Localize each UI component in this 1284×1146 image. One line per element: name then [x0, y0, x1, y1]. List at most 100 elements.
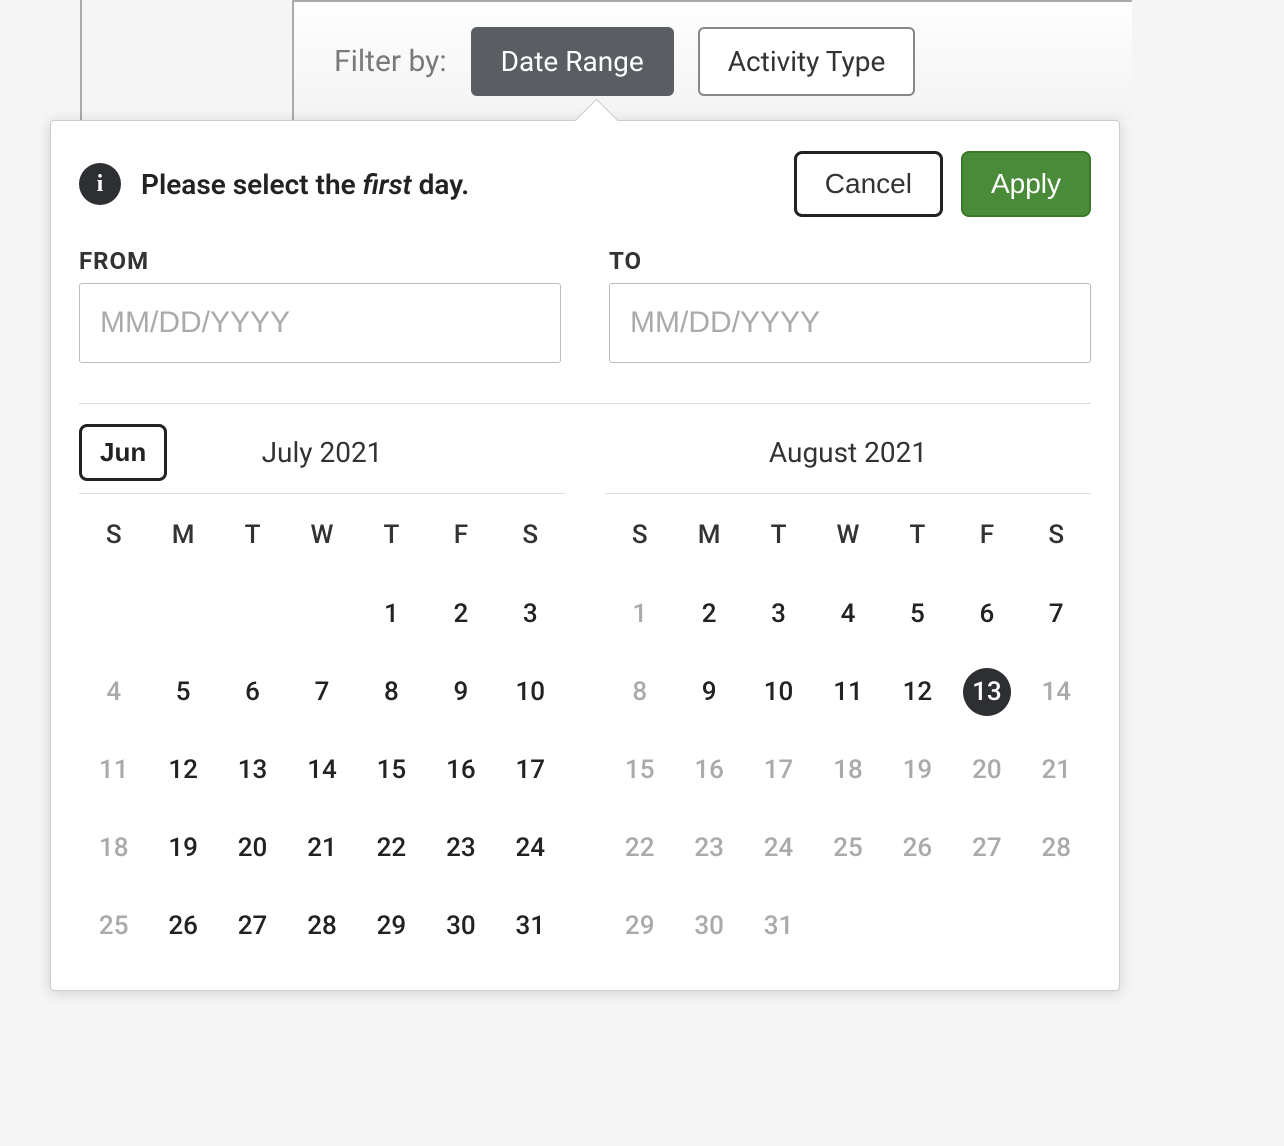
calendar-empty-cell [79, 590, 148, 638]
calendar-day[interactable]: 13 [218, 746, 287, 794]
calendar-left-grid: SMTWTFS123456789101112131415161718192021… [79, 520, 565, 950]
calendar-day[interactable]: 20 [218, 824, 287, 872]
day-of-week-header: S [605, 520, 674, 560]
filter-activity-type[interactable]: Activity Type [698, 27, 916, 96]
calendar-day[interactable]: 3 [496, 590, 565, 638]
date-range-popover: i Please select the first day. Cancel Ap… [50, 120, 1120, 991]
filter-date-range[interactable]: Date Range [471, 27, 674, 96]
day-of-week-header: S [1022, 520, 1091, 560]
day-of-week-header: T [357, 520, 426, 560]
calendar-day[interactable]: 11 [813, 668, 882, 716]
calendar-empty-cell [218, 590, 287, 638]
help-suffix: day. [412, 168, 470, 201]
calendar-right-grid: SMTWTFS123456789101112131415161718192021… [605, 520, 1091, 950]
help-text: Please select the first day. [141, 168, 469, 201]
calendar-day[interactable]: 19 [148, 824, 217, 872]
calendar-day[interactable]: 2 [426, 590, 495, 638]
filter-inner: Filter by: Date Range Activity Type [292, 0, 1132, 120]
calendar-day: 29 [605, 902, 674, 950]
calendar-day: 28 [1022, 824, 1091, 872]
day-of-week-header: F [426, 520, 495, 560]
from-field: FROM [79, 247, 561, 363]
calendar-day: 18 [813, 746, 882, 794]
cancel-button[interactable]: Cancel [794, 151, 943, 217]
calendar-day[interactable]: 5 [883, 590, 952, 638]
calendar-day: 17 [744, 746, 813, 794]
calendar-day: 15 [605, 746, 674, 794]
calendar-day: 23 [674, 824, 743, 872]
calendar-day: 8 [605, 668, 674, 716]
help-prefix: Please select the [141, 168, 363, 201]
calendar-day[interactable]: 31 [496, 902, 565, 950]
calendar-day[interactable]: 14 [287, 746, 356, 794]
calendar-day[interactable]: 24 [496, 824, 565, 872]
calendar-day[interactable]: 26 [148, 902, 217, 950]
help-em: first [363, 168, 412, 201]
popover-header: i Please select the first day. Cancel Ap… [79, 151, 1091, 217]
calendar-right: August 2021 SMTWTFS123456789101112131415… [605, 424, 1091, 950]
calendar-day[interactable]: 16 [426, 746, 495, 794]
date-fields: FROM TO [79, 247, 1091, 363]
filter-by-label: Filter by: [334, 44, 447, 79]
calendar-day[interactable]: 3 [744, 590, 813, 638]
calendar-day: 20 [952, 746, 1021, 794]
calendar-day: 24 [744, 824, 813, 872]
calendar-day[interactable]: 12 [883, 668, 952, 716]
calendar-day[interactable]: 13 [963, 668, 1011, 716]
calendar-day[interactable]: 8 [357, 668, 426, 716]
calendar-day: 22 [605, 824, 674, 872]
calendar-day: 4 [79, 668, 148, 716]
calendar-day: 11 [79, 746, 148, 794]
calendar-day[interactable]: 2 [674, 590, 743, 638]
day-of-week-header: M [148, 520, 217, 560]
calendar-day[interactable]: 21 [287, 824, 356, 872]
calendar-day: 18 [79, 824, 148, 872]
to-input[interactable] [609, 283, 1091, 363]
calendar-day: 16 [674, 746, 743, 794]
calendar-day: 19 [883, 746, 952, 794]
calendar-day[interactable]: 10 [496, 668, 565, 716]
calendar-day: 27 [952, 824, 1021, 872]
calendar-empty-cell [148, 590, 217, 638]
calendar-day[interactable]: 10 [744, 668, 813, 716]
calendar-day[interactable]: 7 [287, 668, 356, 716]
day-of-week-header: T [218, 520, 287, 560]
calendar-day: 1 [605, 590, 674, 638]
calendar-row: Jun July 2021 SMTWTFS1234567891011121314… [79, 424, 1091, 950]
calendar-day[interactable]: 4 [813, 590, 882, 638]
day-of-week-header: S [496, 520, 565, 560]
prev-month-button[interactable]: Jun [79, 424, 167, 481]
calendar-day[interactable]: 12 [148, 746, 217, 794]
apply-button[interactable]: Apply [961, 151, 1091, 217]
filter-bar: Filter by: Date Range Activity Type [80, 0, 1204, 120]
popover-header-left: i Please select the first day. [79, 163, 469, 205]
calendar-day[interactable]: 7 [1022, 590, 1091, 638]
calendar-day[interactable]: 6 [952, 590, 1021, 638]
calendar-day[interactable]: 6 [218, 668, 287, 716]
calendar-day[interactable]: 9 [674, 668, 743, 716]
calendar-day[interactable]: 23 [426, 824, 495, 872]
calendar-day[interactable]: 9 [426, 668, 495, 716]
to-label: TO [609, 247, 1091, 275]
calendar-day: 26 [883, 824, 952, 872]
calendar-day[interactable]: 28 [287, 902, 356, 950]
day-of-week-header: T [883, 520, 952, 560]
popover-header-right: Cancel Apply [794, 151, 1091, 217]
from-input[interactable] [79, 283, 561, 363]
calendar-day: 30 [674, 902, 743, 950]
calendar-day[interactable]: 27 [218, 902, 287, 950]
calendar-day[interactable]: 5 [148, 668, 217, 716]
calendar-day[interactable]: 22 [357, 824, 426, 872]
calendar-day[interactable]: 29 [357, 902, 426, 950]
calendar-day[interactable]: 30 [426, 902, 495, 950]
calendar-day: 14 [1022, 668, 1091, 716]
calendar-day[interactable]: 1 [357, 590, 426, 638]
day-of-week-header: T [744, 520, 813, 560]
to-field: TO [609, 247, 1091, 363]
calendar-day[interactable]: 17 [496, 746, 565, 794]
calendar-day[interactable]: 15 [357, 746, 426, 794]
calendar-day: 21 [1022, 746, 1091, 794]
calendar-day: 25 [813, 824, 882, 872]
calendar-left: July 2021 SMTWTFS12345678910111213141516… [79, 424, 565, 950]
day-of-week-header: W [813, 520, 882, 560]
